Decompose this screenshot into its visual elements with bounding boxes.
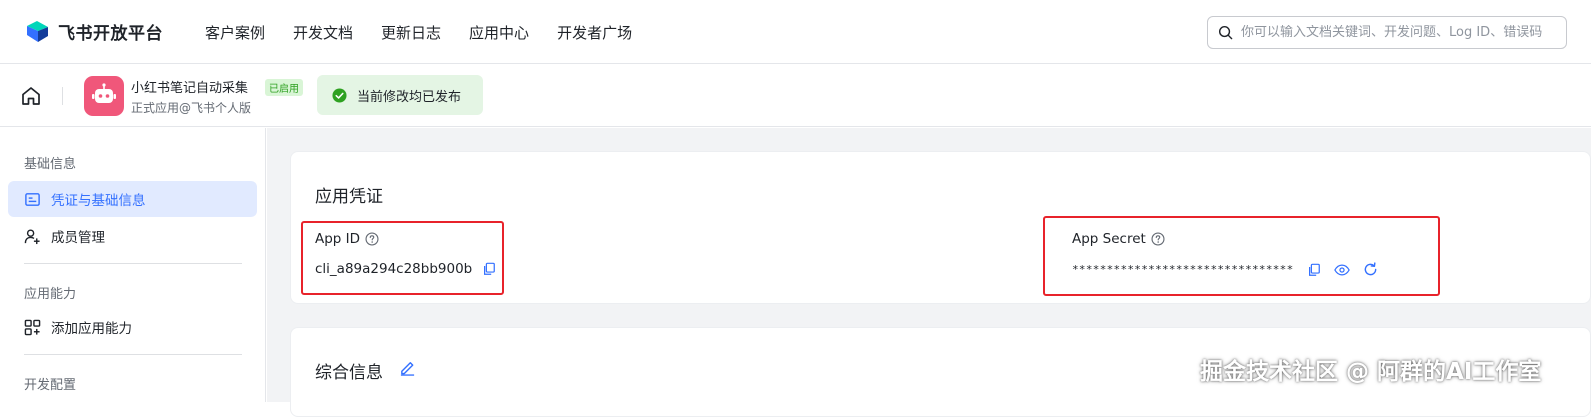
app-name: 小红书笔记自动采集 — [131, 81, 249, 96]
check-circle-icon — [332, 87, 347, 103]
search-box[interactable] — [1207, 16, 1567, 49]
sidebar-item-label: 成员管理 — [51, 230, 105, 246]
nav-item-app-center[interactable]: 应用中心 — [469, 22, 529, 43]
credentials-title: 应用凭证 — [315, 187, 383, 207]
user-add-icon — [24, 228, 40, 244]
search-icon — [1218, 25, 1233, 40]
main-nav: 客户案例 开发文档 更新日志 应用中心 开发者广场 — [205, 22, 632, 43]
app-subtitle: 正式应用@飞书个人版 — [131, 101, 252, 115]
publish-status-text: 当前修改均已发布 — [357, 89, 462, 105]
status-badge: 已启用 — [265, 79, 303, 96]
robot-icon — [92, 83, 116, 103]
brand-logo[interactable]: 飞书开放平台 — [24, 18, 163, 44]
sidebar-item-add-capability[interactable]: 添加应用能力 — [8, 309, 257, 345]
sidebar-section-basic: 基础信息 — [24, 157, 77, 172]
nav-item-docs[interactable]: 开发文档 — [293, 22, 353, 43]
watermark: 掘金技术社区 @ 阿群的AI工作室 — [1200, 359, 1542, 385]
highlight-box-app-secret — [1043, 216, 1440, 296]
nav-item-cases[interactable]: 客户案例 — [205, 22, 265, 43]
sidebar-section-dev-config: 开发配置 — [24, 378, 77, 393]
app-avatar — [84, 76, 124, 116]
publish-status: 当前修改均已发布 — [317, 75, 483, 115]
credential-icon — [25, 192, 40, 206]
nav-item-changelog[interactable]: 更新日志 — [381, 22, 441, 43]
credentials-card: 应用凭证 App ID cli_a89a294c28bb900b App Sec… — [290, 151, 1591, 304]
feishu-logo-icon — [27, 21, 48, 42]
nav-item-dev-square[interactable]: 开发者广场 — [557, 22, 632, 43]
sidebar-divider — [24, 263, 242, 264]
sidebar-item-label: 凭证与基础信息 — [51, 193, 146, 209]
sidebar-divider — [24, 354, 242, 355]
home-icon[interactable] — [19, 84, 43, 108]
app-header: 小红书笔记自动采集 已启用 正式应用@飞书个人版 当前修改均已发布 — [0, 64, 1591, 127]
sidebar-item-label: 添加应用能力 — [51, 321, 132, 337]
header-divider — [62, 87, 63, 105]
search-input[interactable] — [1241, 25, 1561, 40]
general-info-title: 综合信息 — [315, 363, 383, 383]
sidebar-item-members[interactable]: 成员管理 — [8, 218, 257, 254]
sidebar-item-credentials[interactable]: 凭证与基础信息 — [8, 181, 257, 217]
top-navbar: 飞书开放平台 客户案例 开发文档 更新日志 应用中心 开发者广场 — [0, 0, 1591, 64]
brand-name: 飞书开放平台 — [58, 23, 163, 44]
edit-icon[interactable] — [399, 359, 416, 376]
sidebar-section-capabilities: 应用能力 — [24, 287, 77, 302]
grid-add-icon — [24, 319, 41, 335]
highlight-box-app-id — [301, 221, 504, 295]
sidebar: 基础信息 凭证与基础信息 成员管理 应用能力 添加应用能力 开发配置 — [0, 128, 266, 402]
